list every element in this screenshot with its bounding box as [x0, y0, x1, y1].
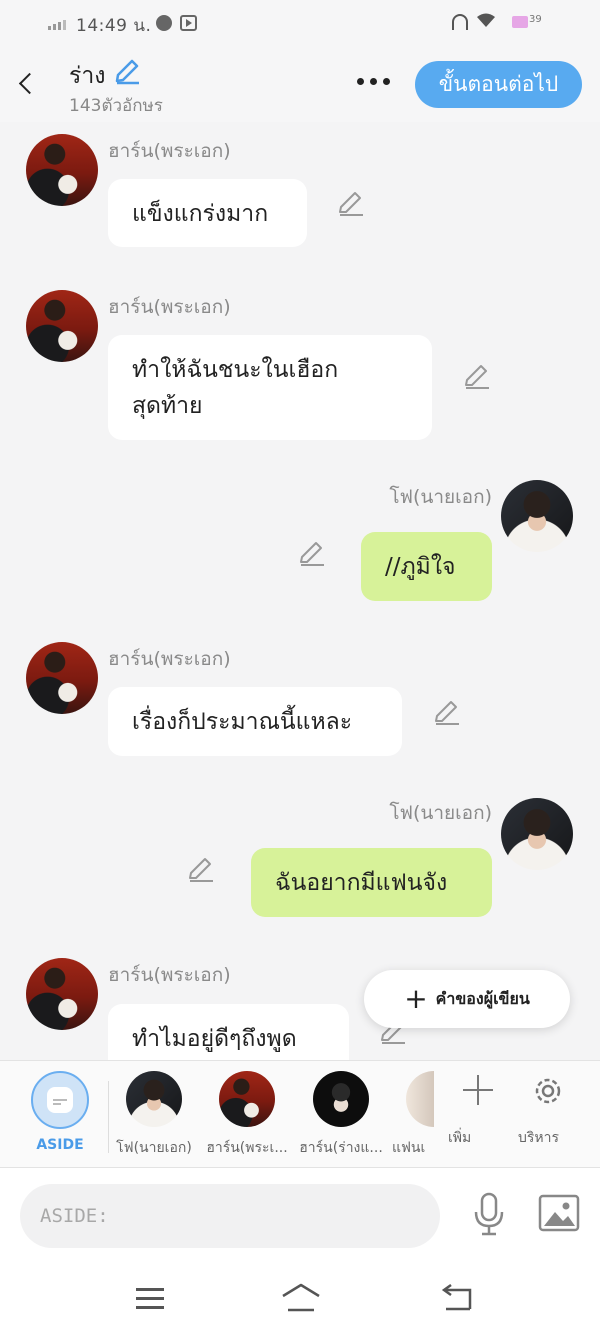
add-character-icon[interactable] — [462, 1073, 494, 1105]
sender-name: ฮาร์น(พระเอก) — [108, 648, 231, 670]
input-bar — [0, 1168, 600, 1262]
avatar[interactable] — [26, 134, 98, 206]
character-item[interactable]: ฮาร์น(พระเ... — [203, 1071, 291, 1161]
sender-name: ฮาร์น(พระเอก) — [108, 296, 231, 318]
youtube-icon — [180, 15, 197, 31]
character-aside[interactable]: ASIDE — [16, 1071, 104, 1161]
message-bubble[interactable]: ทำไมอยู่ดีๆถึงพูด — [108, 1004, 349, 1060]
signal-icon — [48, 16, 70, 30]
avatar[interactable] — [501, 480, 573, 552]
battery-level: 39 — [529, 14, 542, 25]
message-bubble[interactable]: เรื่องก็ประมาณนี้แหละ — [108, 687, 402, 756]
message-bubble[interactable]: ทำให้ฉันชนะในเฮือกสุดท้าย — [108, 335, 432, 440]
message-bubble[interactable]: แข็งแกร่งมาก — [108, 179, 307, 247]
divider — [108, 1081, 109, 1153]
character-label: โฟ(นายเอก) — [116, 1140, 192, 1156]
manage-label[interactable]: บริหาร — [518, 1127, 580, 1149]
back-nav-icon[interactable] — [440, 1283, 474, 1312]
character-item[interactable]: ฮาร์น(ร่างแ... — [297, 1071, 385, 1161]
headphones-icon — [452, 14, 468, 30]
system-nav-bar — [0, 1262, 600, 1333]
avatar[interactable] — [26, 642, 98, 714]
messenger-icon — [156, 15, 172, 31]
back-button[interactable] — [14, 68, 40, 98]
character-label: ASIDE — [36, 1137, 84, 1153]
message-bubble[interactable]: //ภูมิใจ — [361, 532, 492, 601]
author-note-label: คำของผู้เขียน — [435, 988, 530, 1008]
status-bar: 14:49 น. 39 — [0, 0, 600, 46]
avatar — [126, 1071, 182, 1127]
microphone-icon[interactable] — [470, 1190, 508, 1238]
character-count: 143ตัวอักษร — [69, 96, 163, 116]
more-options-icon[interactable] — [353, 76, 393, 88]
character-item[interactable]: โฟ(นายเอก) — [110, 1071, 198, 1161]
character-label: ฮาร์น(พระเ... — [206, 1140, 288, 1156]
character-label: ฮาร์น(ร่างแ... — [299, 1140, 383, 1156]
character-selector: ASIDE โฟ(นายเอก) ฮาร์น(พระเ... ฮาร์น(ร่า… — [0, 1060, 600, 1168]
character-item[interactable]: แฟนเ — [384, 1071, 434, 1161]
avatar[interactable] — [26, 290, 98, 362]
sender-name: ฮาร์น(พระเอก) — [108, 140, 231, 162]
sender-name: ฮาร์น(พระเอก) — [108, 964, 231, 986]
edit-icon[interactable] — [186, 856, 216, 886]
plus-icon: + — [404, 982, 428, 1015]
wifi-icon — [476, 12, 496, 32]
page-title: ร่าง — [69, 63, 106, 89]
home-icon[interactable] — [280, 1282, 322, 1314]
image-icon[interactable] — [538, 1194, 580, 1232]
edit-icon[interactable] — [432, 699, 462, 729]
header: ร่าง 143ตัวอักษร ขั้นตอนต่อไป — [0, 46, 600, 122]
status-time: 14:49 น. — [76, 16, 152, 36]
avatar[interactable] — [501, 798, 573, 870]
sender-name: โฟ(นายเอก) — [389, 486, 492, 508]
gear-icon[interactable] — [530, 1073, 566, 1109]
edit-icon[interactable] — [462, 363, 492, 393]
edit-icon[interactable] — [336, 190, 366, 220]
add-label[interactable]: เพิ่ม — [448, 1127, 508, 1149]
sender-name: โฟ(นายเอก) — [389, 802, 492, 824]
avatar[interactable] — [26, 958, 98, 1030]
avatar — [406, 1071, 434, 1127]
message-input[interactable] — [20, 1184, 440, 1248]
next-step-button[interactable]: ขั้นตอนต่อไป — [415, 61, 582, 108]
edit-icon[interactable] — [297, 540, 327, 570]
battery-icon — [512, 16, 528, 28]
avatar — [313, 1071, 369, 1127]
character-label: แฟนเ — [392, 1140, 426, 1156]
aside-icon — [31, 1071, 89, 1129]
menu-icon[interactable] — [136, 1288, 166, 1310]
message-bubble[interactable]: ฉันอยากมีแฟนจัง — [251, 848, 492, 917]
chat-area: ฮาร์น(พระเอก) แข็งแกร่งมาก ฮาร์น(พระเอก)… — [0, 122, 600, 1060]
edit-title-icon[interactable] — [112, 58, 142, 86]
author-note-button[interactable]: + คำของผู้เขียน — [364, 970, 570, 1028]
avatar — [219, 1071, 275, 1127]
